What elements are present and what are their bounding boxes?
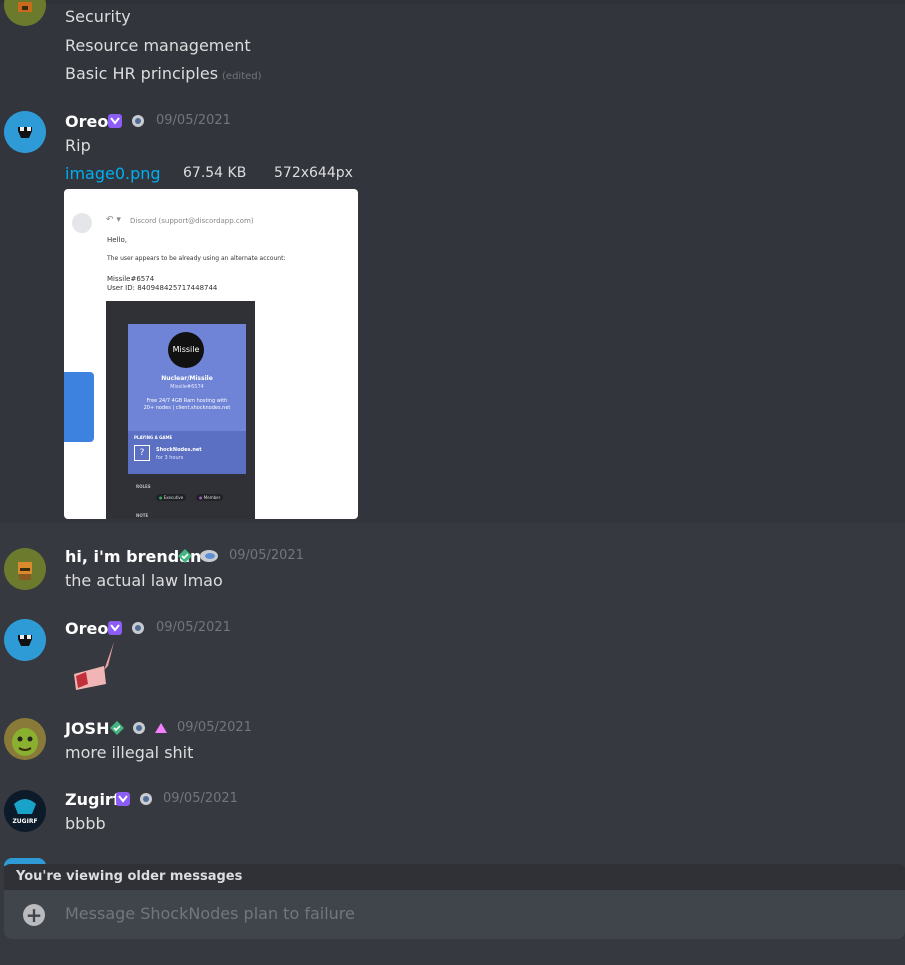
profile-tag: Missile#6574 xyxy=(170,384,204,390)
note-label: NOTE xyxy=(136,513,149,518)
avatar[interactable] xyxy=(4,619,46,661)
message-text: more illegal shit xyxy=(65,743,194,762)
message-line-text: Basic HR principles xyxy=(65,64,219,83)
role-name: Member xyxy=(203,495,221,500)
game-icon: ? xyxy=(134,445,150,461)
attachment-image[interactable]: ↶ ▾ Discord (support@discordapp.com) Hel… xyxy=(64,189,358,519)
message-composer[interactable]: + Message ShockNodes plan to failure xyxy=(4,890,905,939)
nitro-icon[interactable] xyxy=(107,620,123,636)
game-name: ShockNodes.net xyxy=(156,447,202,453)
timestamp: 09/05/2021 xyxy=(156,113,231,128)
username[interactable]: Oreo xyxy=(65,619,108,638)
verified-diamond-icon[interactable] xyxy=(109,720,125,736)
timestamp: 09/05/2021 xyxy=(229,548,304,563)
email-user-id: User ID: 840948425717448744 xyxy=(107,284,218,292)
emoji-sticker[interactable] xyxy=(66,640,120,694)
discord-screenshot: Missile Nuclear/Missile Missile#6574 Fre… xyxy=(106,301,255,519)
message-input[interactable]: Message ShockNodes plan to failure xyxy=(65,904,355,923)
profile-card: Missile Nuclear/Missile Missile#6574 Fre… xyxy=(128,324,246,474)
email-avatar xyxy=(72,213,92,233)
role-pill: ● Member xyxy=(196,494,224,501)
message-text: Rip xyxy=(65,136,91,155)
email-greeting: Hello, xyxy=(107,236,127,244)
svg-text:ZUGIRF: ZUGIRF xyxy=(12,818,37,825)
timestamp: 09/05/2021 xyxy=(156,620,231,635)
verified-diamond-icon[interactable] xyxy=(177,548,193,564)
profile-status: Free 24/7 4GB Ram hosting with 20+ nodes… xyxy=(143,398,231,411)
boost-icon[interactable] xyxy=(198,548,220,564)
message-text: bbbb xyxy=(65,814,106,833)
boost-icon[interactable] xyxy=(130,113,146,129)
profile-avatar-text: Missile xyxy=(172,345,200,354)
reply-icon: ↶ ▾ xyxy=(106,215,121,225)
roles-label: ROLES xyxy=(136,484,151,489)
attachment-size: 67.54 KB xyxy=(183,165,247,181)
profile-avatar: Missile xyxy=(168,332,204,368)
boost-icon[interactable] xyxy=(138,791,154,807)
boost-icon[interactable] xyxy=(130,620,146,636)
avatar[interactable] xyxy=(4,111,46,153)
attachment-link[interactable]: image0.png xyxy=(65,164,161,183)
boost-icon[interactable] xyxy=(131,720,147,736)
left-cropped-dialog xyxy=(64,372,94,442)
role-pill: ● Executive xyxy=(156,494,187,501)
triangle-icon[interactable] xyxy=(153,720,169,736)
timestamp: 09/05/2021 xyxy=(163,791,238,806)
username[interactable]: Oreo xyxy=(65,112,108,131)
edited-label: (edited) xyxy=(222,71,262,82)
email-from: Discord (support@discordapp.com) xyxy=(130,217,254,225)
profile-name: Nuclear/Missile xyxy=(161,375,213,382)
message-text: the actual law lmao xyxy=(65,571,223,590)
game-time: for 3 hours xyxy=(156,455,184,461)
add-attachment-icon[interactable]: + xyxy=(23,904,45,926)
message-line: Security xyxy=(65,7,131,26)
older-messages-bar[interactable]: You're viewing older messages xyxy=(4,864,905,890)
nitro-icon[interactable] xyxy=(107,113,123,129)
activity-section: PLAYING A GAME ? ShockNodes.net for 3 ho… xyxy=(128,431,246,474)
avatar[interactable] xyxy=(4,548,46,590)
username[interactable]: Zugirf xyxy=(65,790,120,809)
attachment-dimensions: 572x644px xyxy=(274,165,353,181)
email-body: The user appears to be already using an … xyxy=(107,255,286,262)
role-name: Executive xyxy=(163,495,184,500)
message-line: Basic HR principles (edited) xyxy=(65,64,262,83)
username[interactable]: JOSH xyxy=(65,719,109,738)
message-hover-background xyxy=(0,4,905,106)
message-line: Resource management xyxy=(65,36,251,55)
nitro-icon[interactable] xyxy=(115,791,131,807)
email-user-tag: Missile#6574 xyxy=(107,275,155,283)
timestamp: 09/05/2021 xyxy=(177,720,252,735)
activity-label: PLAYING A GAME xyxy=(134,435,173,440)
avatar[interactable] xyxy=(4,718,46,760)
avatar[interactable]: ZUGIRF xyxy=(4,790,46,832)
